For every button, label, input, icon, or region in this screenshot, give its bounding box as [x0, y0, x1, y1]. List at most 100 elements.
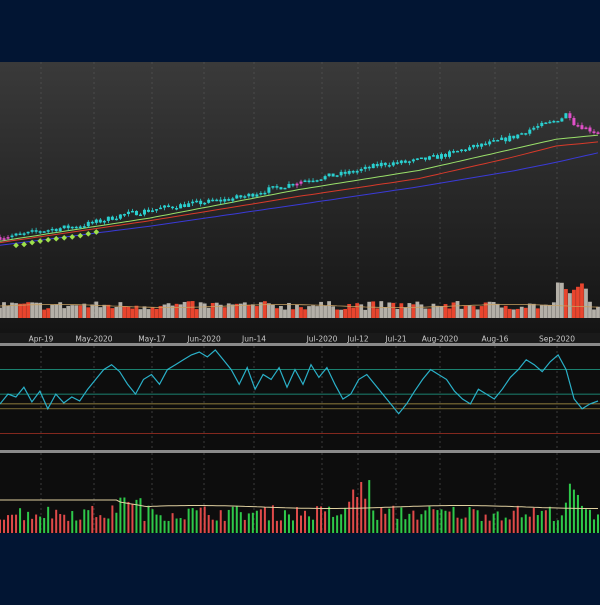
candle-body — [171, 206, 175, 209]
candle-body — [335, 175, 339, 177]
volume-bar — [110, 308, 115, 318]
volume-bar — [475, 309, 480, 318]
candle-body — [311, 180, 315, 183]
candle-body — [307, 180, 311, 183]
histogram-bar — [408, 513, 411, 533]
volume-bar — [202, 303, 207, 318]
volume-bar — [511, 309, 516, 318]
candle-body — [375, 163, 379, 167]
volume-bar — [515, 308, 520, 318]
volume-bar — [592, 309, 596, 318]
volume-bar — [588, 301, 592, 318]
candle-body — [399, 160, 403, 164]
histogram-bar — [428, 506, 431, 533]
candle-body — [199, 200, 203, 205]
histogram-bar — [3, 519, 6, 533]
candle-body — [267, 187, 271, 193]
histogram-bar — [67, 520, 70, 533]
volume-bar — [355, 303, 360, 318]
volume-bar — [18, 303, 22, 318]
histogram-bar — [564, 502, 567, 533]
volume-bar — [275, 308, 279, 318]
histogram-bar — [520, 517, 523, 533]
histogram-bar — [7, 515, 10, 533]
histogram-bar — [63, 514, 66, 533]
volume-bar — [467, 305, 472, 318]
volume-bar — [210, 303, 215, 318]
top-frame — [0, 0, 600, 62]
candle-body — [106, 216, 110, 221]
date-tick-label: Sep-2020 — [539, 335, 575, 344]
candle-body — [142, 209, 146, 215]
histogram-bar — [544, 510, 547, 533]
volume-bar — [138, 309, 143, 318]
candle-body — [175, 208, 179, 210]
histogram-bar — [239, 512, 242, 533]
histogram-bar — [179, 518, 182, 533]
volume-bar — [190, 301, 195, 318]
histogram-bar — [43, 518, 46, 533]
panel-separator-2[interactable] — [0, 450, 600, 453]
histogram-bar — [576, 494, 579, 533]
price-panel-background — [0, 62, 600, 333]
volume-bar — [130, 308, 135, 318]
candle-body — [504, 137, 508, 142]
chart-canvas[interactable]: Apr-19 May-2020 May-17 Jun-2020 Jun-14 Jul-20… — [0, 0, 600, 600]
volume-bar — [78, 305, 83, 318]
histogram-bar — [287, 514, 290, 533]
histogram-bar — [275, 520, 278, 533]
histogram-bar — [580, 505, 583, 533]
histogram-bar — [259, 509, 262, 533]
candle-body — [568, 113, 572, 118]
volume-bar — [527, 303, 532, 318]
volume-bar — [126, 306, 131, 318]
panel-separator-1[interactable] — [0, 343, 600, 346]
volume-bar — [507, 308, 512, 318]
candle-body — [331, 173, 335, 177]
histogram-bar — [312, 519, 315, 533]
volume-bar — [407, 303, 412, 318]
histogram-bar — [131, 503, 134, 533]
volume-bar — [427, 308, 432, 318]
candle-body — [58, 228, 62, 232]
histogram-bar — [324, 511, 327, 533]
volume-bar — [206, 307, 211, 318]
histogram-bar — [456, 517, 459, 533]
volume-bar — [419, 304, 424, 318]
candle-body — [460, 149, 464, 152]
volume-bar — [379, 301, 384, 318]
volume-bar — [471, 306, 476, 318]
histogram-bar — [159, 515, 162, 533]
candle-body — [50, 228, 54, 231]
date-tick-label: May-2020 — [75, 335, 112, 344]
candle-body — [235, 195, 239, 199]
candle-body — [10, 235, 14, 238]
candle-body — [456, 150, 460, 153]
candle-body — [468, 147, 472, 151]
histogram-bar — [476, 510, 479, 533]
volume-bar — [335, 309, 340, 318]
histogram-bar — [11, 514, 14, 533]
candle-body — [231, 198, 235, 201]
candle-body — [596, 132, 600, 134]
histogram-bar — [27, 511, 30, 533]
histogram-bar — [15, 514, 18, 533]
candle-body — [443, 154, 447, 157]
date-tick-label: Aug-2020 — [422, 335, 459, 344]
candle-body — [18, 233, 22, 236]
oscillator-panel — [0, 346, 600, 450]
volume-bar — [435, 305, 440, 318]
candle-body — [215, 199, 219, 202]
histogram-bar — [504, 517, 507, 533]
histogram-bar — [199, 507, 202, 533]
candle-body — [411, 159, 415, 162]
histogram-bar — [195, 510, 198, 533]
volume-bar — [339, 309, 344, 318]
volume-bar — [166, 303, 171, 318]
candle-body — [114, 218, 118, 221]
histogram-bar — [528, 516, 531, 533]
volume-bar — [266, 303, 271, 318]
candle-body — [439, 154, 443, 159]
candle-body — [415, 158, 419, 160]
volume-bar — [299, 307, 303, 318]
